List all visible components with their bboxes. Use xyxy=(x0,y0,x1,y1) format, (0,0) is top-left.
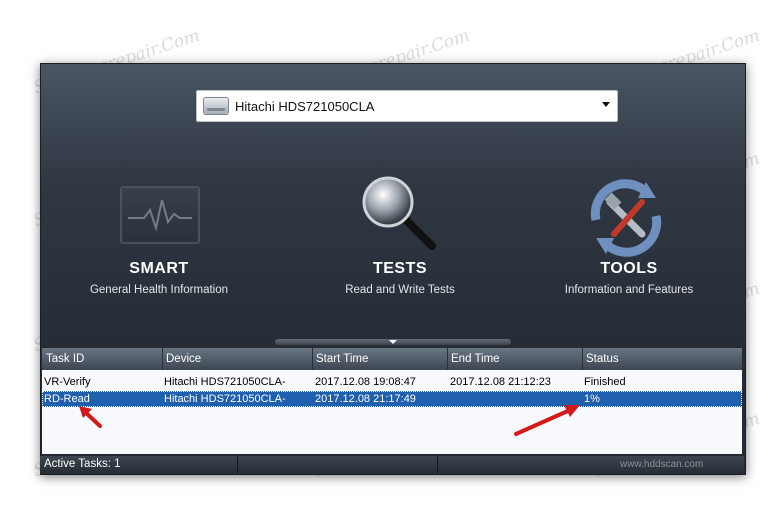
table-row-selected[interactable]: RD-Read Hitachi HDS721050CLA- 2017.12.08… xyxy=(42,391,742,407)
smart-tile[interactable]: SMART General Health Information xyxy=(78,260,240,296)
cell-end-time: 2017.12.08 21:12:23 xyxy=(450,376,551,388)
monitor-heartbeat-icon[interactable] xyxy=(120,186,200,244)
annotation-arrow-left xyxy=(79,406,102,428)
cell-status: Finished xyxy=(584,376,626,388)
active-tasks-label: Active Tasks: 1 xyxy=(44,458,121,470)
hard-drive-icon xyxy=(203,97,229,115)
chevron-down-icon xyxy=(389,340,397,344)
cell-device: Hitachi HDS721050CLA- xyxy=(164,376,286,388)
column-header-status[interactable]: Status xyxy=(586,353,619,365)
device-select[interactable]: Hitachi HDS721050CLA xyxy=(196,90,618,122)
cell-status: 1% xyxy=(584,393,600,405)
tools-tile[interactable]: TOOLS Information and Features xyxy=(554,260,704,296)
status-bar: Active Tasks: 1 www.hddscan.com xyxy=(40,456,744,474)
table-header: Task ID Device Start Time End Time Statu… xyxy=(42,348,742,370)
column-header-start-time[interactable]: Start Time xyxy=(316,353,368,365)
column-header-end-time[interactable]: End Time xyxy=(451,353,500,365)
column-header-device[interactable]: Device xyxy=(166,353,201,365)
cell-start-time: 2017.12.08 19:08:47 xyxy=(315,376,416,388)
tools-subtitle: Information and Features xyxy=(564,284,694,296)
panel-splitter[interactable] xyxy=(275,339,511,345)
cell-task-id: VR-Verify xyxy=(44,376,91,388)
magnifier-icon[interactable] xyxy=(360,174,438,252)
annotation-arrow-right xyxy=(514,405,580,436)
chevron-down-icon[interactable] xyxy=(602,102,610,107)
tests-title: TESTS xyxy=(372,260,428,277)
tools-title: TOOLS xyxy=(600,260,658,277)
tests-tile[interactable]: TESTS Read and Write Tests xyxy=(326,260,474,296)
cell-device: Hitachi HDS721050CLA- xyxy=(164,393,286,405)
tools-icon[interactable] xyxy=(584,176,668,260)
cell-start-time: 2017.12.08 21:17:49 xyxy=(315,393,416,405)
column-header-task-id[interactable]: Task ID xyxy=(46,353,84,365)
website-link[interactable]: www.hddscan.com xyxy=(620,459,703,470)
device-select-value: Hitachi HDS721050CLA xyxy=(235,99,375,114)
task-table: Task ID Device Start Time End Time Statu… xyxy=(42,348,742,454)
smart-title: SMART xyxy=(129,260,189,277)
smart-subtitle: General Health Information xyxy=(89,284,229,296)
tests-subtitle: Read and Write Tests xyxy=(345,284,455,296)
table-row[interactable]: VR-Verify Hitachi HDS721050CLA- 2017.12.… xyxy=(42,374,742,390)
